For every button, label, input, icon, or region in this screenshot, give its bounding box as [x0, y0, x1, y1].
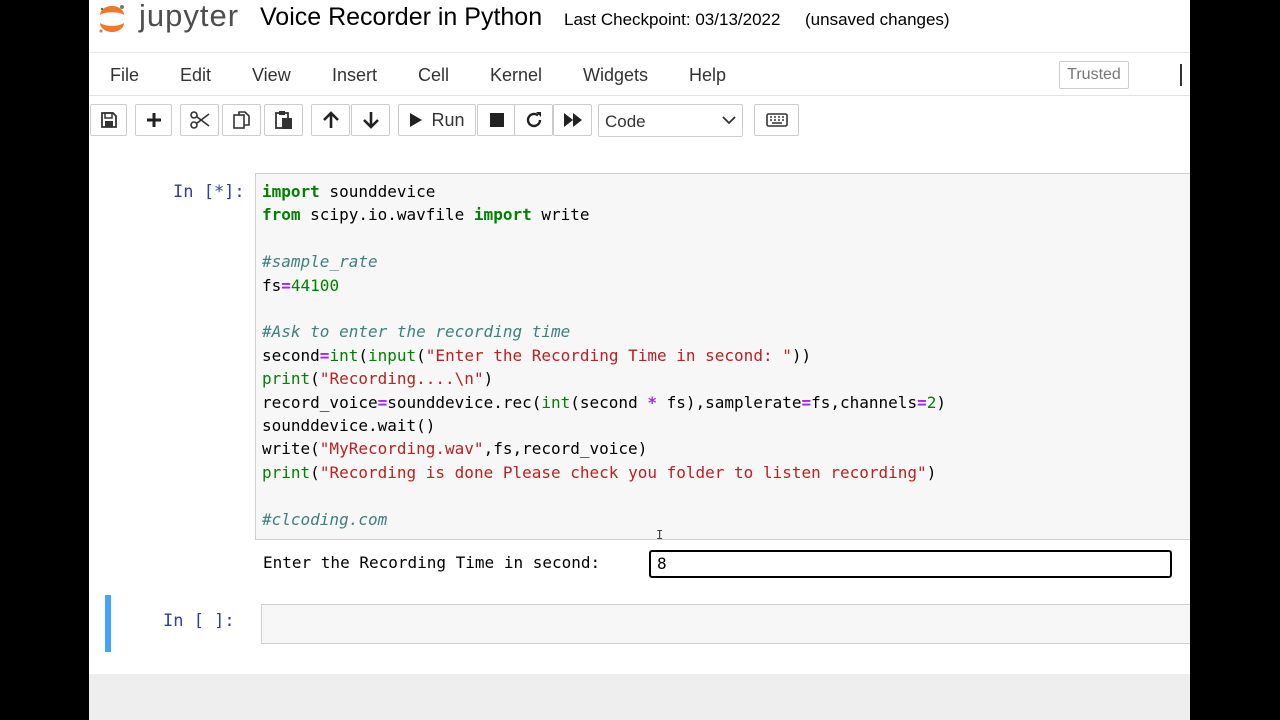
chevron-down-icon [722, 116, 736, 125]
arrow-up-icon [322, 111, 339, 128]
fast-forward-icon [563, 113, 582, 127]
jupyter-logo-icon [99, 5, 124, 33]
selected-code-cell[interactable]: In [ ]: [105, 595, 1190, 652]
code-line-4: #sample_rate [262, 252, 378, 272]
jupyter-window: jupyter Voice Recorder in Python Last Ch… [89, 0, 1190, 720]
copy-icon [232, 111, 250, 129]
text-cursor-icon: I [656, 528, 664, 542]
code-line-10: record_voice=sounddevice.rec(int(second … [262, 392, 946, 412]
copy-button[interactable] [222, 104, 261, 136]
arrow-down-icon [362, 112, 379, 129]
cut-button[interactable] [180, 104, 219, 136]
code-line-9: print("Recording....\n") [262, 369, 494, 389]
code-line-5: fs=44100 [262, 275, 340, 295]
code-cell-input[interactable]: import sounddevice from scipy.io.wavfile… [255, 173, 1190, 542]
toolbar: Run Code [89, 96, 1190, 144]
save-button[interactable] [90, 104, 127, 136]
stop-icon [489, 113, 504, 127]
cell-type-select[interactable]: Code [598, 104, 743, 137]
menu-kernel[interactable]: Kernel [490, 65, 542, 86]
code-line-11: sounddevice.wait() [262, 416, 436, 436]
trusted-indicator[interactable]: Trusted [1059, 61, 1129, 89]
notebook-title[interactable]: Voice Recorder in Python [260, 3, 542, 32]
play-icon [410, 113, 423, 127]
move-down-button[interactable] [351, 104, 390, 136]
code-line-15: #clcoding.com [262, 509, 388, 529]
menu-edit[interactable]: Edit [180, 65, 211, 86]
command-palette-button[interactable] [754, 104, 799, 136]
code-line-12: write("MyRecording.wav",fs,record_voice) [262, 439, 648, 459]
logo-wordmark: jupyter [139, 0, 240, 33]
paste-icon [274, 111, 292, 129]
checkpoint-status: Last Checkpoint: 03/13/2022 [564, 10, 781, 29]
keyboard-icon [765, 113, 788, 127]
menu-widgets[interactable]: Widgets [583, 65, 648, 86]
restart-button[interactable] [514, 104, 553, 136]
jupyter-logo[interactable]: jupyter [95, 0, 245, 44]
code-cell-input-empty[interactable] [261, 604, 1190, 644]
insert-cell-button[interactable] [135, 104, 172, 136]
code-line-8: second=int(input("Enter the Recording Ti… [262, 345, 812, 365]
header: jupyter Voice Recorder in Python Last Ch… [89, 0, 1190, 52]
save-icon [100, 112, 117, 128]
code-line-1: import sounddevice [262, 182, 436, 201]
restart-icon [526, 112, 541, 128]
restart-run-all-button[interactable] [553, 104, 592, 136]
plus-icon [146, 113, 161, 127]
move-up-button[interactable] [311, 104, 350, 136]
run-button[interactable]: Run [398, 104, 476, 136]
paste-button[interactable] [264, 104, 303, 136]
run-label: Run [431, 109, 465, 130]
input-prompt: In [*]: [173, 182, 245, 202]
notebook-area: In [*]: import sounddevice from scipy.io… [89, 144, 1190, 674]
scissors-icon [189, 111, 209, 129]
page-background [89, 674, 1190, 720]
code-editor[interactable]: import sounddevice from scipy.io.wavfile… [262, 180, 946, 531]
menubar: File Edit View Insert Cell Kernel Widget… [89, 52, 1190, 96]
autosave-status: (unsaved changes) [805, 10, 950, 29]
input-prompt-empty: In [ ]: [163, 611, 235, 631]
menu-view[interactable]: View [252, 65, 291, 86]
menu-insert[interactable]: Insert [332, 65, 377, 86]
menu-file[interactable]: File [110, 65, 139, 86]
kernel-indicator-edge [1180, 64, 1182, 86]
code-line-2: from scipy.io.wavfile import write [262, 205, 590, 225]
menu-cell[interactable]: Cell [418, 65, 449, 86]
stdin-prompt: Enter the Recording Time in second: [263, 553, 601, 572]
cell-type-value: Code [605, 112, 646, 131]
stdin-input[interactable]: 8 [649, 550, 1172, 578]
menu-help[interactable]: Help [689, 65, 726, 86]
code-line-13: print("Recording is done Please check yo… [262, 462, 937, 482]
interrupt-button[interactable] [477, 104, 516, 136]
code-line-7: #Ask to enter the recording time [262, 322, 571, 342]
